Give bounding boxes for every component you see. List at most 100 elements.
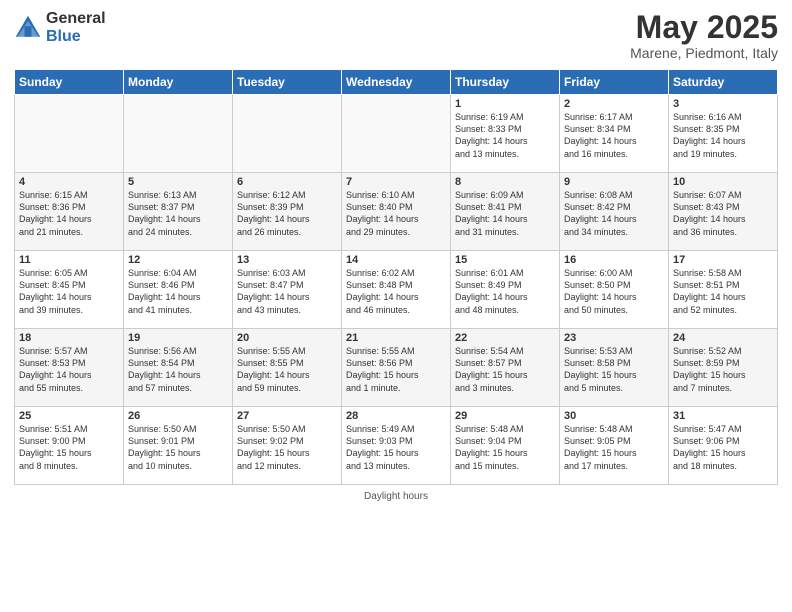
day-number: 17	[673, 254, 773, 266]
header: General Blue May 2025 Marene, Piedmont, …	[14, 10, 778, 61]
page: General Blue May 2025 Marene, Piedmont, …	[0, 0, 792, 612]
day-info: Sunrise: 5:55 AM Sunset: 8:55 PM Dayligh…	[237, 345, 337, 394]
calendar-cell: 11Sunrise: 6:05 AM Sunset: 8:45 PM Dayli…	[15, 251, 124, 329]
day-info: Sunrise: 6:00 AM Sunset: 8:50 PM Dayligh…	[564, 267, 664, 316]
day-number: 9	[564, 176, 664, 188]
day-info: Sunrise: 6:13 AM Sunset: 8:37 PM Dayligh…	[128, 189, 228, 238]
day-info: Sunrise: 6:05 AM Sunset: 8:45 PM Dayligh…	[19, 267, 119, 316]
day-number: 6	[237, 176, 337, 188]
day-info: Sunrise: 6:01 AM Sunset: 8:49 PM Dayligh…	[455, 267, 555, 316]
calendar-cell: 14Sunrise: 6:02 AM Sunset: 8:48 PM Dayli…	[342, 251, 451, 329]
calendar-cell: 18Sunrise: 5:57 AM Sunset: 8:53 PM Dayli…	[15, 329, 124, 407]
day-number: 20	[237, 332, 337, 344]
day-info: Sunrise: 5:49 AM Sunset: 9:03 PM Dayligh…	[346, 423, 446, 472]
weekday-header-saturday: Saturday	[669, 70, 778, 95]
day-info: Sunrise: 5:47 AM Sunset: 9:06 PM Dayligh…	[673, 423, 773, 472]
day-number: 31	[673, 410, 773, 422]
calendar-cell: 23Sunrise: 5:53 AM Sunset: 8:58 PM Dayli…	[560, 329, 669, 407]
calendar-cell: 19Sunrise: 5:56 AM Sunset: 8:54 PM Dayli…	[124, 329, 233, 407]
day-info: Sunrise: 5:48 AM Sunset: 9:05 PM Dayligh…	[564, 423, 664, 472]
calendar-week-row: 4Sunrise: 6:15 AM Sunset: 8:36 PM Daylig…	[15, 173, 778, 251]
day-info: Sunrise: 6:07 AM Sunset: 8:43 PM Dayligh…	[673, 189, 773, 238]
day-number: 30	[564, 410, 664, 422]
calendar-cell: 9Sunrise: 6:08 AM Sunset: 8:42 PM Daylig…	[560, 173, 669, 251]
day-number: 29	[455, 410, 555, 422]
calendar-cell: 28Sunrise: 5:49 AM Sunset: 9:03 PM Dayli…	[342, 407, 451, 485]
location-subtitle: Marene, Piedmont, Italy	[630, 45, 778, 61]
calendar-cell: 20Sunrise: 5:55 AM Sunset: 8:55 PM Dayli…	[233, 329, 342, 407]
calendar-cell	[342, 95, 451, 173]
day-number: 7	[346, 176, 446, 188]
calendar-cell: 17Sunrise: 5:58 AM Sunset: 8:51 PM Dayli…	[669, 251, 778, 329]
day-number: 22	[455, 332, 555, 344]
calendar-cell: 31Sunrise: 5:47 AM Sunset: 9:06 PM Dayli…	[669, 407, 778, 485]
day-number: 25	[19, 410, 119, 422]
calendar-cell	[15, 95, 124, 173]
day-number: 23	[564, 332, 664, 344]
calendar-cell: 13Sunrise: 6:03 AM Sunset: 8:47 PM Dayli…	[233, 251, 342, 329]
day-info: Sunrise: 5:56 AM Sunset: 8:54 PM Dayligh…	[128, 345, 228, 394]
calendar-cell: 5Sunrise: 6:13 AM Sunset: 8:37 PM Daylig…	[124, 173, 233, 251]
day-info: Sunrise: 6:02 AM Sunset: 8:48 PM Dayligh…	[346, 267, 446, 316]
calendar-cell	[233, 95, 342, 173]
day-info: Sunrise: 5:50 AM Sunset: 9:02 PM Dayligh…	[237, 423, 337, 472]
weekday-header-thursday: Thursday	[451, 70, 560, 95]
day-info: Sunrise: 5:53 AM Sunset: 8:58 PM Dayligh…	[564, 345, 664, 394]
day-number: 5	[128, 176, 228, 188]
day-info: Sunrise: 6:16 AM Sunset: 8:35 PM Dayligh…	[673, 111, 773, 160]
calendar-cell: 8Sunrise: 6:09 AM Sunset: 8:41 PM Daylig…	[451, 173, 560, 251]
weekday-header-friday: Friday	[560, 70, 669, 95]
day-info: Sunrise: 6:09 AM Sunset: 8:41 PM Dayligh…	[455, 189, 555, 238]
day-info: Sunrise: 6:17 AM Sunset: 8:34 PM Dayligh…	[564, 111, 664, 160]
day-number: 24	[673, 332, 773, 344]
weekday-header-monday: Monday	[124, 70, 233, 95]
day-number: 3	[673, 98, 773, 110]
footer: Daylight hours	[14, 491, 778, 502]
logo-general-text: General	[46, 10, 106, 28]
day-info: Sunrise: 5:50 AM Sunset: 9:01 PM Dayligh…	[128, 423, 228, 472]
day-info: Sunrise: 6:04 AM Sunset: 8:46 PM Dayligh…	[128, 267, 228, 316]
calendar-cell: 4Sunrise: 6:15 AM Sunset: 8:36 PM Daylig…	[15, 173, 124, 251]
title-block: May 2025 Marene, Piedmont, Italy	[630, 10, 778, 61]
day-number: 8	[455, 176, 555, 188]
calendar-cell: 22Sunrise: 5:54 AM Sunset: 8:57 PM Dayli…	[451, 329, 560, 407]
calendar-cell: 6Sunrise: 6:12 AM Sunset: 8:39 PM Daylig…	[233, 173, 342, 251]
day-number: 27	[237, 410, 337, 422]
day-number: 14	[346, 254, 446, 266]
day-number: 16	[564, 254, 664, 266]
day-info: Sunrise: 5:57 AM Sunset: 8:53 PM Dayligh…	[19, 345, 119, 394]
calendar-cell: 10Sunrise: 6:07 AM Sunset: 8:43 PM Dayli…	[669, 173, 778, 251]
calendar-cell: 26Sunrise: 5:50 AM Sunset: 9:01 PM Dayli…	[124, 407, 233, 485]
calendar-cell: 3Sunrise: 6:16 AM Sunset: 8:35 PM Daylig…	[669, 95, 778, 173]
weekday-header-row: SundayMondayTuesdayWednesdayThursdayFrid…	[15, 70, 778, 95]
weekday-header-sunday: Sunday	[15, 70, 124, 95]
day-info: Sunrise: 6:08 AM Sunset: 8:42 PM Dayligh…	[564, 189, 664, 238]
day-number: 19	[128, 332, 228, 344]
day-info: Sunrise: 5:55 AM Sunset: 8:56 PM Dayligh…	[346, 345, 446, 394]
day-info: Sunrise: 5:54 AM Sunset: 8:57 PM Dayligh…	[455, 345, 555, 394]
day-number: 28	[346, 410, 446, 422]
logo-icon	[14, 14, 42, 42]
day-info: Sunrise: 5:48 AM Sunset: 9:04 PM Dayligh…	[455, 423, 555, 472]
day-number: 4	[19, 176, 119, 188]
calendar-cell	[124, 95, 233, 173]
logo-blue-text: Blue	[46, 28, 106, 46]
day-number: 1	[455, 98, 555, 110]
day-number: 15	[455, 254, 555, 266]
calendar-cell: 12Sunrise: 6:04 AM Sunset: 8:46 PM Dayli…	[124, 251, 233, 329]
day-info: Sunrise: 6:10 AM Sunset: 8:40 PM Dayligh…	[346, 189, 446, 238]
day-info: Sunrise: 6:19 AM Sunset: 8:33 PM Dayligh…	[455, 111, 555, 160]
calendar-cell: 16Sunrise: 6:00 AM Sunset: 8:50 PM Dayli…	[560, 251, 669, 329]
day-info: Sunrise: 6:03 AM Sunset: 8:47 PM Dayligh…	[237, 267, 337, 316]
day-info: Sunrise: 5:52 AM Sunset: 8:59 PM Dayligh…	[673, 345, 773, 394]
weekday-header-wednesday: Wednesday	[342, 70, 451, 95]
logo: General Blue	[14, 10, 106, 45]
calendar-cell: 21Sunrise: 5:55 AM Sunset: 8:56 PM Dayli…	[342, 329, 451, 407]
weekday-header-tuesday: Tuesday	[233, 70, 342, 95]
calendar-cell: 2Sunrise: 6:17 AM Sunset: 8:34 PM Daylig…	[560, 95, 669, 173]
calendar-cell: 25Sunrise: 5:51 AM Sunset: 9:00 PM Dayli…	[15, 407, 124, 485]
calendar-week-row: 11Sunrise: 6:05 AM Sunset: 8:45 PM Dayli…	[15, 251, 778, 329]
calendar-cell: 1Sunrise: 6:19 AM Sunset: 8:33 PM Daylig…	[451, 95, 560, 173]
day-number: 18	[19, 332, 119, 344]
day-number: 13	[237, 254, 337, 266]
